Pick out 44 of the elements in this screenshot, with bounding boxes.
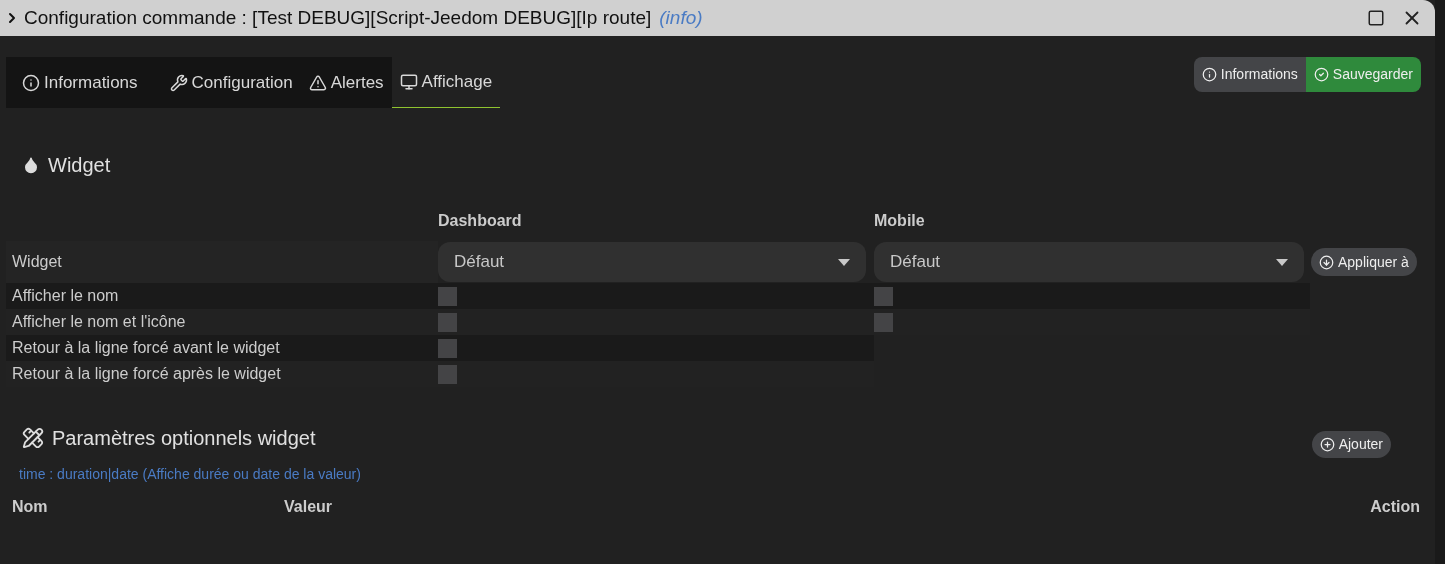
column-header: Nom xyxy=(12,497,49,517)
checkbox[interactable] xyxy=(438,364,457,384)
caret-icon xyxy=(1276,258,1288,266)
info-icon xyxy=(1201,67,1217,82)
row-label: Afficher le nom xyxy=(11,286,120,306)
column-header: Mobile xyxy=(874,211,926,231)
apply-button[interactable]: Appliquer à xyxy=(1311,248,1417,276)
checkbox[interactable] xyxy=(874,312,893,332)
tab[interactable]: Informations xyxy=(6,57,162,108)
monitor-icon xyxy=(399,73,418,91)
hint-text: time : duration|date (Affiche durée ou date de la valeur) xyxy=(18,465,362,484)
checkbox[interactable] xyxy=(438,338,457,358)
column-header: Dashboard xyxy=(438,211,523,231)
save-button[interactable]: Sauvegarder xyxy=(1305,57,1421,92)
info-icon xyxy=(22,73,40,92)
checkbox[interactable] xyxy=(438,312,457,332)
tab[interactable]: Alertes xyxy=(300,57,392,108)
tab[interactable]: Affichage xyxy=(391,57,501,108)
checkbox[interactable] xyxy=(874,286,893,306)
tab[interactable]: Configuration xyxy=(161,57,301,108)
droplet-icon xyxy=(22,156,40,174)
caret-icon xyxy=(838,258,850,266)
select-field[interactable]: Défaut xyxy=(874,242,1304,282)
maximize-icon[interactable] xyxy=(1367,9,1385,27)
column-header: Valeur xyxy=(284,497,334,517)
wrench-icon xyxy=(169,73,188,92)
window-title: Configuration commande : [Test DEBUG][Script-Jeedom DEBUG][Ip route] xyxy=(24,5,652,30)
plus-circle-icon xyxy=(1319,437,1335,452)
column-header: Action xyxy=(1370,497,1420,517)
check-circle-icon xyxy=(1313,67,1329,82)
row-label: Afficher le nom et l'icône xyxy=(11,312,187,332)
pencil-ruler-icon xyxy=(22,426,44,449)
window-subtitle: (info) xyxy=(659,5,703,30)
select-field[interactable]: Défaut xyxy=(438,242,866,282)
row-label: Retour à la ligne forcé après le widget xyxy=(11,364,282,384)
checkbox[interactable] xyxy=(438,286,457,306)
row-label: Widget xyxy=(11,252,62,272)
info-button[interactable]: Informations xyxy=(1193,57,1306,92)
add-button[interactable]: Ajouter xyxy=(1311,431,1391,458)
warning-icon xyxy=(308,73,327,92)
row-label: Retour à la ligne forcé avant le widget xyxy=(11,338,281,358)
section-title: Widget xyxy=(48,153,111,178)
section-title: Paramètres optionnels widget xyxy=(52,425,316,451)
download-circle-icon xyxy=(1319,254,1334,270)
